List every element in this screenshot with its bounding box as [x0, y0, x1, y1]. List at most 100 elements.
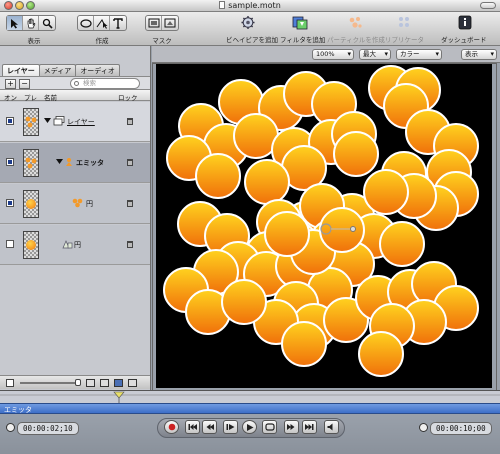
play-from-start-button[interactable]: [223, 420, 238, 434]
bezier-icon: [96, 18, 107, 29]
zoom-icon: [42, 18, 53, 29]
shape-icon: [62, 240, 73, 249]
layer-row-cell[interactable]: 円: [0, 184, 150, 224]
go-to-end-button[interactable]: [302, 420, 317, 434]
canvas-options-bar: 100% 最大 カラー 表示: [152, 46, 500, 63]
particle-circle: [333, 131, 379, 177]
text-tool-button[interactable]: [110, 16, 126, 30]
remove-layer-button[interactable]: −: [19, 79, 30, 89]
thumbnail-size-slider-knob[interactable]: [75, 379, 81, 386]
replicate-button[interactable]: [397, 15, 413, 30]
layer-row-emitter[interactable]: エミッタ: [0, 143, 150, 183]
lock-icon[interactable]: [127, 200, 133, 207]
previous-frame-button[interactable]: [202, 420, 217, 434]
duration-display[interactable]: 00:00:10;00: [418, 422, 492, 435]
hand-tool-button[interactable]: [23, 16, 39, 30]
make-particles-label: パーティクルを作成: [327, 36, 385, 44]
layer-visibility-checkbox[interactable]: [6, 158, 14, 166]
particle-circle: [195, 153, 241, 199]
document-icon: [219, 1, 226, 9]
lock-icon[interactable]: [127, 159, 133, 166]
window-title: sample.motn: [228, 1, 281, 10]
layer-visibility-checkbox[interactable]: [6, 240, 14, 248]
particle-circle: [244, 159, 290, 205]
loop-icon: [264, 423, 275, 431]
step-back-icon: [206, 424, 214, 430]
clock-icon: [419, 423, 428, 432]
next-frame-button[interactable]: [284, 420, 299, 434]
add-layer-button[interactable]: +: [5, 79, 16, 89]
current-time-display[interactable]: 00:00:02;10: [5, 422, 79, 435]
view-popup[interactable]: 表示: [461, 49, 497, 60]
layer-visibility-checkbox[interactable]: [6, 117, 14, 125]
view-tools-group: [6, 15, 56, 31]
layer-visibility-checkbox[interactable]: [6, 199, 14, 207]
lock-icon[interactable]: [127, 241, 133, 248]
channels-popup[interactable]: カラー: [396, 49, 442, 60]
particles-icon: [25, 157, 37, 169]
play-button[interactable]: [242, 420, 257, 434]
toolbar-toggle-button[interactable]: [480, 2, 496, 9]
particle-canvas[interactable]: [156, 64, 492, 388]
tab-audio[interactable]: オーディオ: [75, 64, 120, 76]
tab-layers[interactable]: レイヤー: [2, 64, 40, 76]
bezier-mask-tool-button[interactable]: [162, 16, 178, 30]
particles-icon: [25, 116, 37, 128]
column-name[interactable]: 名前: [44, 92, 57, 102]
disclosure-triangle-icon[interactable]: [44, 117, 51, 124]
rect-mask-tool-button[interactable]: [146, 16, 162, 30]
add-filter-button[interactable]: [292, 15, 308, 30]
dashboard-button[interactable]: [457, 15, 473, 30]
record-button[interactable]: [164, 420, 179, 434]
mini-timeline[interactable]: [0, 390, 500, 404]
layer-search-placeholder: 検索: [83, 79, 96, 87]
layer-search-input[interactable]: 検索: [70, 78, 140, 89]
folder-icon[interactable]: [128, 379, 137, 387]
column-on[interactable]: オン: [4, 92, 17, 102]
layer-thumbnail: [23, 149, 39, 177]
clock-icon: [6, 423, 15, 432]
layers-panel: レイヤー メディア オーディオ + − 検索 オン プレ 名前 ロック レイヤー: [0, 46, 151, 390]
layer-icon[interactable]: [100, 379, 109, 387]
view-mode-icon[interactable]: [114, 379, 123, 387]
duration-value[interactable]: 00:00:10;00: [430, 422, 492, 435]
resolution-popup[interactable]: 最大: [359, 49, 391, 60]
circle-icon: [79, 18, 92, 28]
speaker-icon: [327, 423, 333, 431]
disclosure-triangle-icon[interactable]: [56, 158, 63, 165]
column-preview[interactable]: プレ: [24, 92, 37, 102]
bezier-tool-button[interactable]: [94, 16, 110, 30]
settings-icon[interactable]: [6, 379, 14, 387]
gear-icon: [241, 16, 255, 29]
layer-thumbnail: [23, 108, 39, 136]
emitter-track-bar[interactable]: エミッタ: [0, 403, 500, 414]
select-tool-button[interactable]: [7, 16, 23, 30]
add-behavior-button[interactable]: [240, 15, 256, 30]
tab-media[interactable]: メディア: [38, 64, 77, 76]
dashboard-icon: [458, 15, 472, 30]
layer-thumbnail: [23, 190, 39, 218]
circle-thumbnail-icon: [26, 199, 36, 209]
group-stack-icon: [53, 116, 65, 126]
column-lock[interactable]: ロック: [118, 92, 138, 102]
circle-tool-button[interactable]: [78, 16, 94, 30]
canvas[interactable]: [156, 64, 492, 388]
thumbnail-size-slider-track[interactable]: [20, 382, 78, 384]
lock-icon[interactable]: [127, 118, 133, 125]
current-time-value[interactable]: 00:00:02;10: [17, 422, 79, 435]
zoom-popup[interactable]: 100%: [312, 49, 354, 60]
particle-circle: [264, 211, 310, 257]
person-icon[interactable]: [86, 379, 95, 387]
loop-button[interactable]: [262, 420, 277, 434]
layer-row-group[interactable]: レイヤー: [0, 102, 150, 142]
mask-rect-icon: [148, 18, 159, 28]
layer-row-shape[interactable]: 円: [0, 225, 150, 265]
particle-circle: [281, 321, 327, 367]
audio-button[interactable]: [324, 420, 339, 434]
particle-circle: [358, 331, 404, 377]
add-behavior-label: ビヘイビアを追加: [226, 36, 278, 44]
make-particles-button[interactable]: [347, 15, 363, 30]
zoom-tool-button[interactable]: [39, 16, 55, 30]
replicate-label: リプリケータ: [385, 36, 424, 44]
go-to-start-button[interactable]: [185, 420, 200, 434]
